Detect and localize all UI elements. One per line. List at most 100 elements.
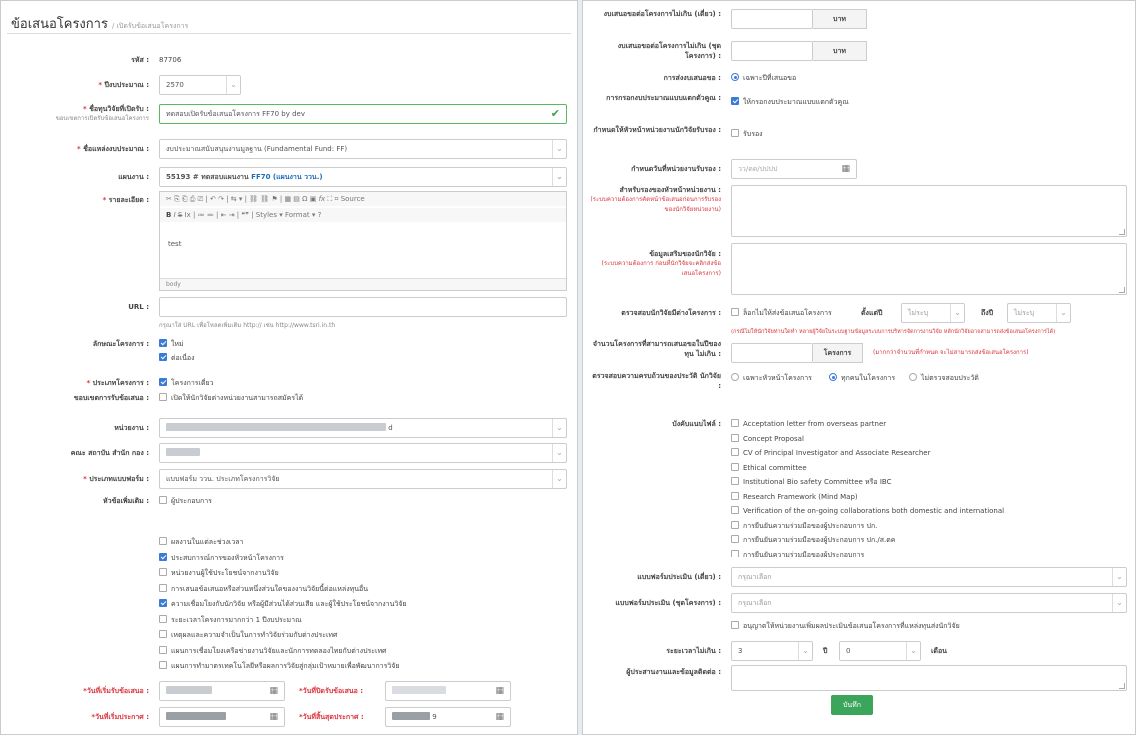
source-select[interactable]: งบประมาณสนับสนุนงานมูลฐาน (Fundamental F…	[159, 139, 567, 159]
researcher-info-textarea[interactable]	[731, 243, 1127, 295]
attachment-item[interactable]: Concept Proposal	[731, 433, 804, 444]
coordinator-textarea[interactable]	[731, 665, 1127, 691]
submit-option[interactable]: เฉพาะปีที่เสนอขอ	[731, 73, 796, 83]
rich-text-editor[interactable]: ✂ ⎘ ⎗ ⎙ ⎚ | ↶ ↷ | ⇆ ▾ | ⛓ ⛓ ⚑ | ▦ ▤ Ω ▣ …	[159, 191, 567, 291]
attachment-item[interactable]: การยืนยันความร่วมมือของผู้ประกอบการ	[731, 549, 864, 557]
history-option-all[interactable]: ทุกคนในโครงการ	[829, 373, 895, 383]
checkbox[interactable]	[731, 462, 739, 471]
month-unit: เดือน	[931, 647, 947, 655]
checkbox-checked[interactable]	[159, 599, 167, 607]
head-unit-textarea[interactable]	[731, 185, 1127, 237]
radio[interactable]	[731, 373, 739, 381]
checkbox[interactable]	[731, 433, 739, 442]
budget-series-input[interactable]	[731, 41, 813, 61]
eval-series-select[interactable]: กรุณาเลือก ⌄	[731, 593, 1127, 613]
checkbox[interactable]	[731, 419, 739, 427]
calendar-icon[interactable]: ▦	[495, 708, 504, 726]
duration-month-select[interactable]: 0 ⌄	[839, 641, 921, 661]
source-label: * ชื่อแหล่งงบประมาณ :	[77, 145, 149, 153]
history-option-none[interactable]: ไม่ตรวจสอบประวัติ	[909, 373, 979, 383]
extra-option[interactable]: ผู้ประกอบการ	[159, 496, 212, 506]
budget-single-input[interactable]	[731, 9, 813, 29]
attachment-item[interactable]: การยืนยันความร่วมมือของผู้ประกอบการ ปก./…	[731, 535, 896, 545]
faculty-select[interactable]: ⌄	[159, 443, 567, 463]
checkbox-checked[interactable]	[731, 97, 739, 105]
calendar-icon[interactable]: ▦	[269, 708, 278, 726]
checkbox[interactable]	[159, 496, 167, 504]
topic-check-item[interactable]: เหตุผลและความจำเป็นในการทำวิจัยร่วมกับต่…	[159, 630, 337, 640]
allow-option[interactable]: อนุญาตให้หน่วยงานเพิ่มผลประเมินข้อเสนอโค…	[731, 621, 960, 631]
attachment-item[interactable]: Acceptation letter from overseas partner	[731, 419, 886, 429]
start-date-input[interactable]: ▦	[159, 707, 285, 727]
attachment-item[interactable]: Ethical committee	[731, 462, 807, 473]
nature-option-new[interactable]: ใหม่	[159, 339, 184, 349]
radio-selected[interactable]	[731, 73, 739, 81]
year-select[interactable]: 2570 ⌄	[159, 75, 241, 95]
checkbox[interactable]	[159, 645, 167, 654]
form-type-select[interactable]: แบบฟอร์ม ววน. ประเภทโครงการวิจัย ⌄	[159, 469, 567, 489]
checkbox-checked[interactable]	[159, 339, 167, 347]
nature-option-continue[interactable]: ต่อเนื่อง	[159, 353, 195, 363]
checkbox[interactable]	[159, 393, 167, 401]
attachment-item[interactable]: CV of Principal Investigator and Associa…	[731, 448, 931, 458]
checkbox[interactable]	[731, 491, 739, 500]
checkbox[interactable]	[159, 630, 167, 638]
topic-check-item[interactable]: หน่วยงานผู้ใช้ประโยชน์จากงานวิจัย	[159, 568, 279, 578]
radio-selected[interactable]	[829, 373, 837, 381]
topic-check-item[interactable]: การเสนอข้อเสนอหรือส่วนหนึ่งส่วนใดของงานว…	[159, 583, 368, 594]
checkbox[interactable]	[731, 477, 739, 485]
checkbox[interactable]	[731, 621, 739, 629]
checkbox[interactable]	[731, 448, 739, 456]
calendar-icon[interactable]: ▦	[841, 160, 850, 178]
attachment-item[interactable]: การยืนยันความร่วมมือของผู้ประกอบการ ปก.	[731, 520, 877, 531]
unit-select[interactable]: d ⌄	[159, 418, 567, 438]
close-date-input[interactable]: ▦	[385, 681, 511, 701]
topic-check-item[interactable]: ความเชื่อมโยงกับนักวิจัย หรือผู้มีส่วนได…	[159, 599, 407, 609]
topic-check-item[interactable]: แผนการเชื่อมโยงเครือข่ายงานวิจัยและนักกา…	[159, 645, 387, 656]
cert-date-input[interactable]: วว/ดด/ปปปป ▦	[731, 159, 857, 179]
checkbox[interactable]	[731, 520, 739, 529]
attachment-item[interactable]: Institutional Bio safety Committee หรือ …	[731, 477, 891, 487]
history-option-head[interactable]: เฉพาะหัวหน้าโครงการ	[731, 373, 812, 383]
to-year-select[interactable]: ไม่ระบุ ⌄	[1007, 303, 1071, 323]
topic-check-item[interactable]: ประสบการณ์การของหัวหน้าโครงการ	[159, 552, 284, 563]
checkbox-checked[interactable]	[159, 353, 167, 361]
checkbox[interactable]	[731, 549, 739, 557]
checkbox[interactable]	[159, 583, 167, 592]
scope-option[interactable]: เปิดให้นักวิจัยต่างหน่วยงานสามารถสมัครได…	[159, 393, 303, 403]
checkbox[interactable]	[159, 614, 167, 623]
checkbox[interactable]	[159, 661, 167, 669]
eval-single-select[interactable]: กรุณาเลือก ⌄	[731, 567, 1127, 587]
topic-check-item[interactable]: แผนการทำมาตรเทคโนโลยีหรือผลการวิจัยสู่กล…	[159, 661, 400, 671]
checkbox[interactable]	[159, 568, 167, 576]
end-date-input[interactable]: 9 ▦	[385, 707, 511, 727]
editor-content[interactable]: test	[168, 240, 181, 248]
project-count-input[interactable]	[731, 343, 813, 363]
multi-option[interactable]: ให้กรอกงบประมาณแบบแตกตัวคูณ	[731, 97, 849, 107]
attachment-item[interactable]: Research Framework (Mind Map)	[731, 491, 858, 502]
checkbox[interactable]	[731, 129, 739, 137]
duration-year-select[interactable]: 3 ⌄	[731, 641, 813, 661]
url-input[interactable]	[159, 297, 567, 317]
open-date-input[interactable]: ▦	[159, 681, 285, 701]
checkbox[interactable]	[731, 506, 739, 514]
from-year-select[interactable]: ไม่ระบุ ⌄	[901, 303, 965, 323]
dup-lock-option[interactable]: ล็อกไม่ให้ส่งข้อเสนอโครงการ	[731, 308, 832, 318]
checkbox[interactable]	[731, 535, 739, 543]
checkbox[interactable]	[731, 308, 739, 316]
radio[interactable]	[909, 373, 917, 381]
topic-check-item[interactable]: ผลงานในแต่ละช่วงเวลา	[159, 537, 243, 547]
topic-check-item[interactable]: ระยะเวลาโครงการมากกว่า 1 ปีงบประมาณ	[159, 614, 302, 625]
type-option-single[interactable]: โครงการเดี่ยว	[159, 378, 214, 388]
head-cert-option[interactable]: รับรอง	[731, 129, 763, 139]
calendar-icon[interactable]: ▦	[269, 682, 278, 700]
call-name-input[interactable]: ทดสอบเปิดรับข้อเสนอโครงการ FF70 by dev ✔	[159, 104, 567, 124]
plan-select[interactable]: 55193 # ทดสอบแผนงาน FF70 (แผนงาน ววน.) ⌄	[159, 167, 567, 187]
checkbox-checked[interactable]	[159, 378, 167, 386]
checkbox-checked[interactable]	[159, 552, 167, 561]
save-button[interactable]: บันทึก	[831, 695, 873, 715]
checkbox[interactable]	[159, 537, 167, 545]
form-type-label: * ประเภทแบบฟอร์ม :	[83, 475, 149, 483]
attachment-item[interactable]: Verification of the on-going collaborati…	[731, 506, 1004, 516]
calendar-icon[interactable]: ▦	[495, 682, 504, 700]
